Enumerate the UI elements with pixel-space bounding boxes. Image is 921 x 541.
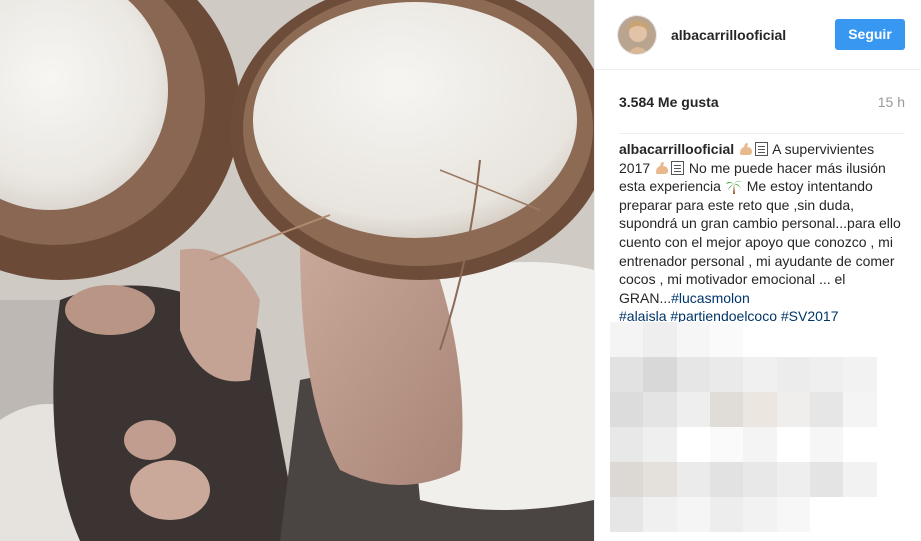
follow-button[interactable]: Seguir bbox=[835, 19, 905, 50]
flexed-biceps-emoji-icon bbox=[738, 142, 754, 156]
unsupported-emoji-box-icon bbox=[671, 160, 685, 175]
caption-mention-link[interactable]: #lucasmolon bbox=[671, 290, 750, 306]
post-header: albacarrillooficial Seguir bbox=[595, 0, 921, 70]
caption-username[interactable]: albacarrillooficial bbox=[619, 141, 734, 157]
unsupported-emoji-box-icon bbox=[755, 142, 769, 156]
coconut-photo-image bbox=[0, 0, 594, 541]
likes-count[interactable]: 3.584 Me gusta bbox=[619, 94, 878, 110]
caption-text-part3: Me estoy intentando preparar para este r… bbox=[619, 178, 901, 306]
flexed-biceps-emoji-icon bbox=[654, 161, 670, 175]
profile-username[interactable]: albacarrillooficial bbox=[671, 27, 835, 43]
palm-tree-emoji-icon bbox=[725, 178, 743, 195]
post-caption: albacarrillooficial A supervivientes 201… bbox=[595, 134, 921, 326]
profile-avatar[interactable] bbox=[617, 14, 657, 55]
pixelated-comments-area bbox=[610, 322, 910, 532]
post-meta: 3.584 Me gusta 15 h bbox=[619, 70, 905, 134]
post-timestamp[interactable]: 15 h bbox=[878, 94, 905, 110]
post-photo[interactable] bbox=[0, 0, 594, 541]
